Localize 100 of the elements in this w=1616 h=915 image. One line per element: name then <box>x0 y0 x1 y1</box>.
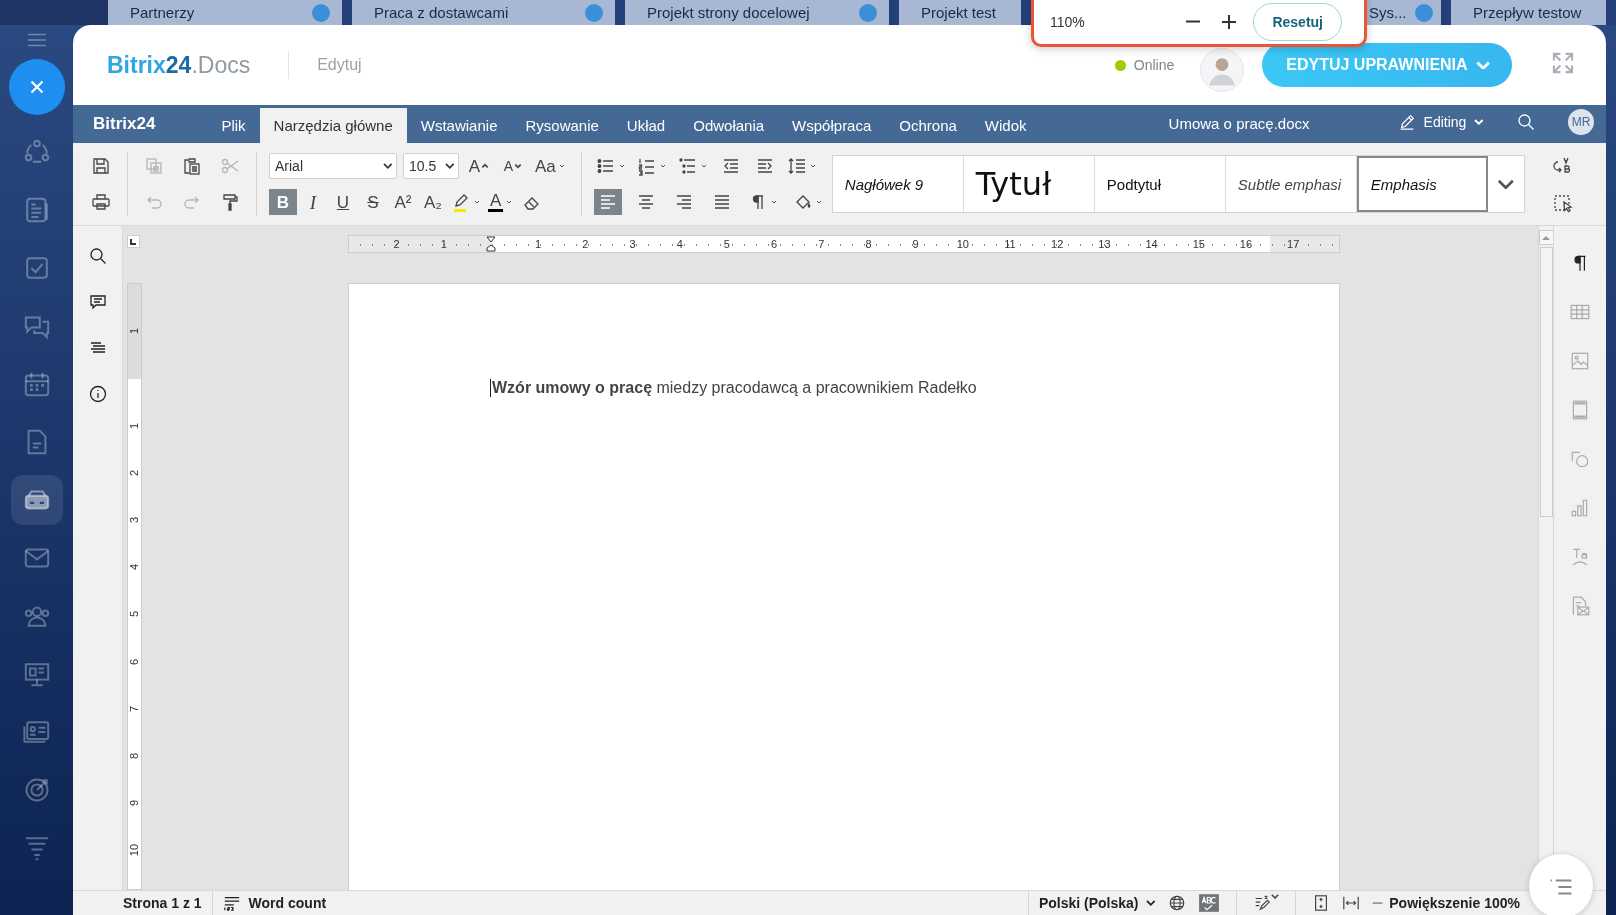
chevron-icon <box>1474 119 1484 125</box>
change-case-button[interactable]: Aa <box>533 153 569 179</box>
info-icon <box>87 384 108 404</box>
underline-button[interactable]: U <box>329 189 357 215</box>
scroll-up-button[interactable] <box>1538 230 1554 245</box>
chevron-icon <box>1475 60 1490 70</box>
ruler-number: 4 <box>676 238 683 250</box>
minus-icon <box>1185 20 1202 24</box>
fitwidth-icon <box>1342 894 1361 912</box>
ruler-number: 15 <box>1192 238 1205 250</box>
menu-tab[interactable]: Rysowanie <box>511 108 613 143</box>
style-preset[interactable]: Emphasis <box>1356 156 1488 212</box>
select-icon <box>1552 193 1573 213</box>
page-count: Strona 1 z 1 <box>123 895 202 911</box>
background-tab[interactable]: Projekt strony docelowej <box>625 0 899 25</box>
ruler-number: 2 <box>128 469 141 476</box>
badge-icon <box>1414 4 1433 22</box>
avatar[interactable] <box>1200 48 1245 92</box>
badge-icon <box>859 4 877 22</box>
menu-tab[interactable]: Odwołania <box>679 108 779 143</box>
status-label: Online <box>1133 57 1175 73</box>
info-button[interactable] <box>87 384 108 404</box>
tab-stop-button[interactable] <box>127 235 140 248</box>
search-icon <box>1516 112 1536 132</box>
track-icon <box>1253 894 1272 912</box>
subscript-button[interactable]: A₂ <box>419 189 447 215</box>
increase-font-button[interactable]: A <box>465 153 493 179</box>
ruler-number: 10 <box>956 238 969 250</box>
language-button[interactable]: Polski (Polska) <box>1038 895 1157 911</box>
font-size-field[interactable]: 10.5 <box>403 153 459 179</box>
chevron-icon <box>1271 894 1280 899</box>
font-field[interactable]: Arial <box>269 153 397 179</box>
zoom-out-button[interactable] <box>1185 20 1202 24</box>
badge-icon <box>585 4 603 22</box>
brand-logo: Bitrix24 <box>92 114 157 135</box>
badge-icon <box>312 4 330 22</box>
scissors-icon <box>220 156 240 176</box>
background-tab[interactable]: Praca z dostawcami <box>352 0 625 25</box>
editing-mode-button[interactable]: Editing <box>1397 113 1484 131</box>
ruler-number: 1 <box>440 238 447 250</box>
replace-icon <box>1552 155 1573 175</box>
spellcheck-icon <box>1198 892 1221 914</box>
menu-tab[interactable]: Współpraca <box>778 108 886 143</box>
ruler-number: 5 <box>128 611 141 618</box>
ruler-number: 17 <box>1287 238 1300 250</box>
document-text: Wzór umowy o pracę miedzy pracodawcą a pracownikiem Radełko <box>490 379 1339 397</box>
align-left-button[interactable] <box>593 189 622 215</box>
ruler-number: 16 <box>1239 238 1253 250</box>
drive-icon[interactable] <box>10 475 63 525</box>
ruler-number: 6 <box>128 658 141 665</box>
strikethrough-button[interactable]: S <box>359 189 387 215</box>
menu-tab[interactable]: Wstawianie <box>406 108 512 143</box>
menu-tab[interactable]: Narzędzia główne <box>259 108 407 143</box>
reset-button[interactable]: Resetuj <box>1253 3 1342 41</box>
user-avatar[interactable]: MR <box>1568 109 1594 135</box>
ruler-number: 8 <box>128 752 141 759</box>
chevron-icon <box>445 163 455 169</box>
ruler-number: 10 <box>128 844 141 857</box>
superscript-button[interactable]: A² <box>389 189 417 215</box>
menu-tab[interactable]: Widok <box>970 108 1041 143</box>
ruler-number: 8 <box>865 238 872 250</box>
background-tab[interactable]: Partnerzy <box>108 0 352 25</box>
spacing-icon <box>786 156 807 176</box>
caret-icon <box>481 162 490 170</box>
decrease-font-button[interactable]: A <box>499 153 527 179</box>
copy-icon <box>144 156 164 176</box>
zoom-level: Powiększenie 100% <box>1389 895 1520 911</box>
ruler-number: 4 <box>128 564 141 571</box>
ruler-number: 1 <box>535 238 542 250</box>
comment-button[interactable] <box>87 292 108 312</box>
clipboard-icon <box>182 156 202 176</box>
scrollbar-thumb[interactable] <box>1539 247 1553 517</box>
ruler-number: 6 <box>771 238 778 250</box>
menu-tab[interactable]: Plik <box>207 108 260 143</box>
indent-marker[interactable] <box>485 236 496 252</box>
bold-button[interactable]: B <box>269 189 297 215</box>
wordcount-icon <box>222 894 241 912</box>
ruler-number: 2 <box>582 238 589 250</box>
document-title: Umowa o pracę.docx <box>1167 115 1311 134</box>
menu-tab[interactable]: Ochrona <box>885 108 971 143</box>
ruler-number: 11 <box>1004 238 1016 250</box>
ruler-number: 3 <box>128 516 141 523</box>
ruler-number: 9 <box>128 800 141 807</box>
paint-roller-icon <box>220 192 240 212</box>
background-tab[interactable]: Sys... <box>1367 0 1451 25</box>
board-icon <box>22 660 51 688</box>
fullscreen-icon <box>1550 50 1576 76</box>
font-color-button[interactable]: A <box>486 189 517 215</box>
background-tab[interactable]: Projekt test <box>899 0 1031 25</box>
ruler-number: 5 <box>723 238 730 250</box>
word-count-button[interactable]: Word count <box>222 894 327 912</box>
background-tab[interactable]: Przepływ testow <box>1451 0 1616 25</box>
docs-logo: Bitrix24.Docs <box>107 51 251 79</box>
minus-icon <box>1372 901 1384 905</box>
zoom-value: 110% <box>1050 14 1085 30</box>
menu-tab[interactable]: Układ <box>612 108 680 143</box>
ruler-number: 13 <box>1098 238 1111 250</box>
search-button[interactable] <box>87 246 108 266</box>
ruler-number: 3 <box>629 238 636 250</box>
italic-button[interactable]: I <box>299 189 327 215</box>
